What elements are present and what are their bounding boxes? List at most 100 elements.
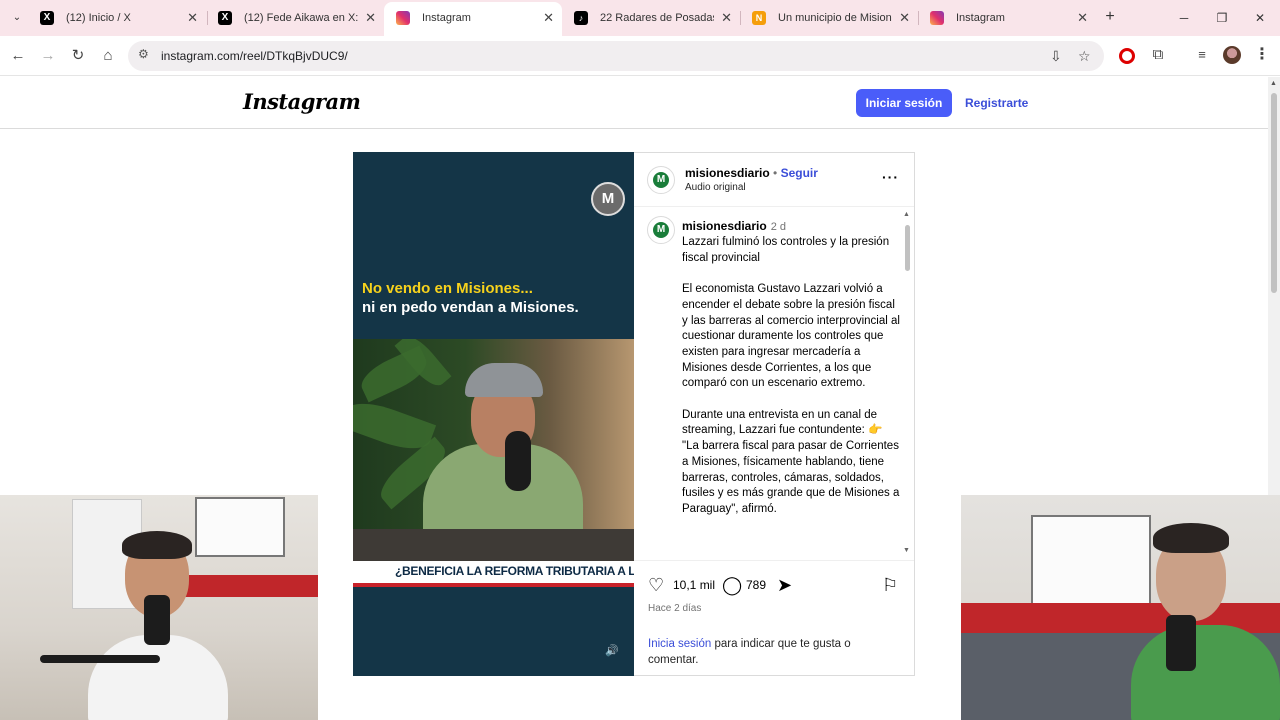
media-controls-icon[interactable]: ≡ (1193, 46, 1211, 64)
login-prompt-link[interactable]: Inicia sesión (648, 638, 711, 650)
original-audio-link[interactable]: Audio original (685, 182, 746, 193)
news-icon: N (752, 11, 766, 25)
close-tab-icon[interactable]: ✕ (365, 0, 376, 36)
install-app-icon[interactable]: ⇩ (1050, 48, 1062, 65)
scroll-up-icon[interactable]: ▲ (903, 211, 910, 218)
caption-header: misionesdiario 2 d (682, 219, 786, 233)
comment-count[interactable]: 789 (746, 578, 766, 592)
reload-icon[interactable]: ↻ (66, 44, 90, 68)
audio-toggle-icon[interactable]: 🔊 (605, 644, 619, 657)
streamer-microphone (144, 595, 170, 645)
like-count[interactable]: 10,1 mil (673, 578, 715, 592)
streamer-torso (88, 635, 228, 720)
post-header: M misionesdiario • Seguir Audio original… (634, 153, 914, 207)
misiones-diario-watermark: M (591, 182, 625, 216)
tab-title: Instagram (422, 12, 471, 24)
login-prompt: Inicia sesión para indicar que te gusta … (648, 637, 888, 668)
forward-icon[interactable]: → (36, 44, 60, 68)
tab-instagram-2[interactable]: Instagram ✕ (918, 0, 1096, 36)
tab-x-post[interactable]: X (12) Fede Aikawa en X: "y la ✕ (206, 0, 384, 36)
instagram-icon (930, 11, 944, 25)
tab-instagram-active[interactable]: Instagram ✕ (384, 2, 562, 36)
site-info-icon[interactable]: ⚙ (138, 47, 149, 61)
tab-news[interactable]: N Un municipio de Misiones ✕ (740, 0, 918, 36)
streamer-torso (1131, 625, 1280, 720)
more-options-icon[interactable]: ··· (882, 169, 899, 185)
video-frame (353, 339, 634, 561)
caption-text: Lazzari fulminó los controles y la presi… (682, 235, 900, 533)
webcam-right (961, 495, 1280, 720)
separator-dot: • (773, 166, 778, 180)
close-tab-icon[interactable]: ✕ (187, 0, 198, 36)
lower-third-text: ¿BENEFICIA LA REFORMA TRIBUTARIA A LAS P… (395, 564, 634, 578)
login-button[interactable]: Iniciar sesión (856, 89, 952, 117)
browser-toolbar: ← → ↻ ⌂ ⚙ instagram.com/reel/DTkqBjvDUC9… (0, 36, 1280, 76)
mic-arm (40, 655, 160, 663)
post-date[interactable]: Hace 2 días (648, 603, 701, 614)
video-caption-line1: No vendo en Misiones... (362, 280, 533, 297)
close-tab-icon[interactable]: ✕ (721, 0, 732, 36)
url-text[interactable]: instagram.com/reel/DTkqBjvDUC9/ (161, 41, 348, 71)
tab-tiktok[interactable]: ♪ 22 Radares de Posadas a El ✕ (562, 0, 740, 36)
scroll-thumb[interactable] (1271, 93, 1277, 293)
caption-username[interactable]: misionesdiario (682, 219, 767, 233)
like-heart-icon[interactable]: ♡ (648, 575, 664, 596)
tab-title: (12) Fede Aikawa en X: "y la (244, 12, 358, 24)
home-icon[interactable]: ⌂ (96, 44, 120, 68)
address-bar[interactable]: ⚙ instagram.com/reel/DTkqBjvDUC9/ ⇩ ☆ (128, 41, 1104, 71)
minimize-button[interactable]: ─ (1168, 0, 1200, 36)
tab-title: Instagram (956, 12, 1005, 24)
profile-avatar-icon[interactable] (1223, 46, 1241, 64)
caption-paragraph: Lazzari fulminó los controles y la presi… (682, 236, 890, 264)
video-caption-line2: ni en pedo vendan a Misiones. (362, 299, 579, 316)
caption-time[interactable]: 2 d (771, 221, 786, 233)
streamer-hair (122, 531, 192, 559)
follow-button[interactable]: Seguir (781, 166, 818, 180)
extensions-icon[interactable]: ⧉ (1149, 46, 1167, 64)
register-link[interactable]: Registrarte (965, 89, 1028, 117)
close-window-button[interactable]: ✕ (1244, 0, 1276, 36)
bookmark-star-icon[interactable]: ☆ (1078, 48, 1091, 65)
tiktok-icon: ♪ (574, 11, 588, 25)
streamer-microphone (1166, 615, 1196, 671)
caption-area[interactable]: M misionesdiario 2 d Lazzari fulminó los … (634, 208, 914, 558)
whiteboard (195, 497, 285, 557)
caption-scrollbar[interactable]: ▲ ▼ (902, 211, 912, 556)
red-wall-stripe (180, 575, 318, 597)
tab-title: Un municipio de Misiones (778, 12, 892, 24)
post-panel: M misionesdiario • Seguir Audio original… (634, 152, 915, 676)
whiteboard (1031, 515, 1151, 605)
new-tab-button[interactable]: + (1101, 8, 1119, 26)
caption-scroll-thumb[interactable] (905, 225, 910, 271)
browser-tab-bar: ⌄ X (12) Inicio / X ✕ X (12) Fede Aikawa… (0, 0, 1280, 36)
close-tab-icon[interactable]: ✕ (543, 2, 554, 34)
scroll-up-icon[interactable]: ▲ (1270, 80, 1277, 87)
scroll-down-icon[interactable]: ▼ (903, 547, 910, 554)
x-logo-icon: X (218, 11, 232, 25)
author-avatar[interactable]: M (647, 166, 675, 194)
tab-x-home[interactable]: X (12) Inicio / X ✕ (28, 0, 206, 36)
instagram-icon (396, 11, 410, 25)
back-icon[interactable]: ← (6, 44, 30, 68)
streamer-hair (1153, 523, 1229, 553)
close-tab-icon[interactable]: ✕ (1077, 0, 1088, 36)
share-send-icon[interactable]: ➤ (777, 575, 792, 596)
browser-menu-icon[interactable]: ⋮ (1253, 46, 1271, 64)
tab-title: (12) Inicio / X (66, 12, 131, 24)
webcam-left (0, 495, 318, 720)
comment-bubble-icon[interactable]: ◯ (722, 575, 742, 596)
author-username[interactable]: misionesdiario (685, 166, 770, 180)
close-tab-icon[interactable]: ✕ (899, 0, 910, 36)
instagram-header: Instagram Iniciar sesión Registrarte (0, 77, 1268, 129)
caption-author-avatar[interactable]: M (647, 216, 675, 244)
post-actions: ♡ 10,1 mil ◯ 789 ➤ ⚐ Hace 2 días (634, 560, 914, 618)
opera-extension-icon[interactable] (1119, 48, 1135, 64)
tab-search-icon[interactable]: ⌄ (8, 9, 26, 27)
save-bookmark-icon[interactable]: ⚐ (882, 575, 898, 596)
author-line: misionesdiario • Seguir (685, 166, 818, 180)
desk (353, 529, 634, 561)
instagram-logo[interactable]: Instagram (243, 89, 361, 114)
tab-title: 22 Radares de Posadas a El (600, 12, 714, 24)
reel-video[interactable]: M No vendo en Misiones... ni en pedo ven… (353, 152, 634, 676)
restore-button[interactable]: ❐ (1206, 0, 1238, 36)
